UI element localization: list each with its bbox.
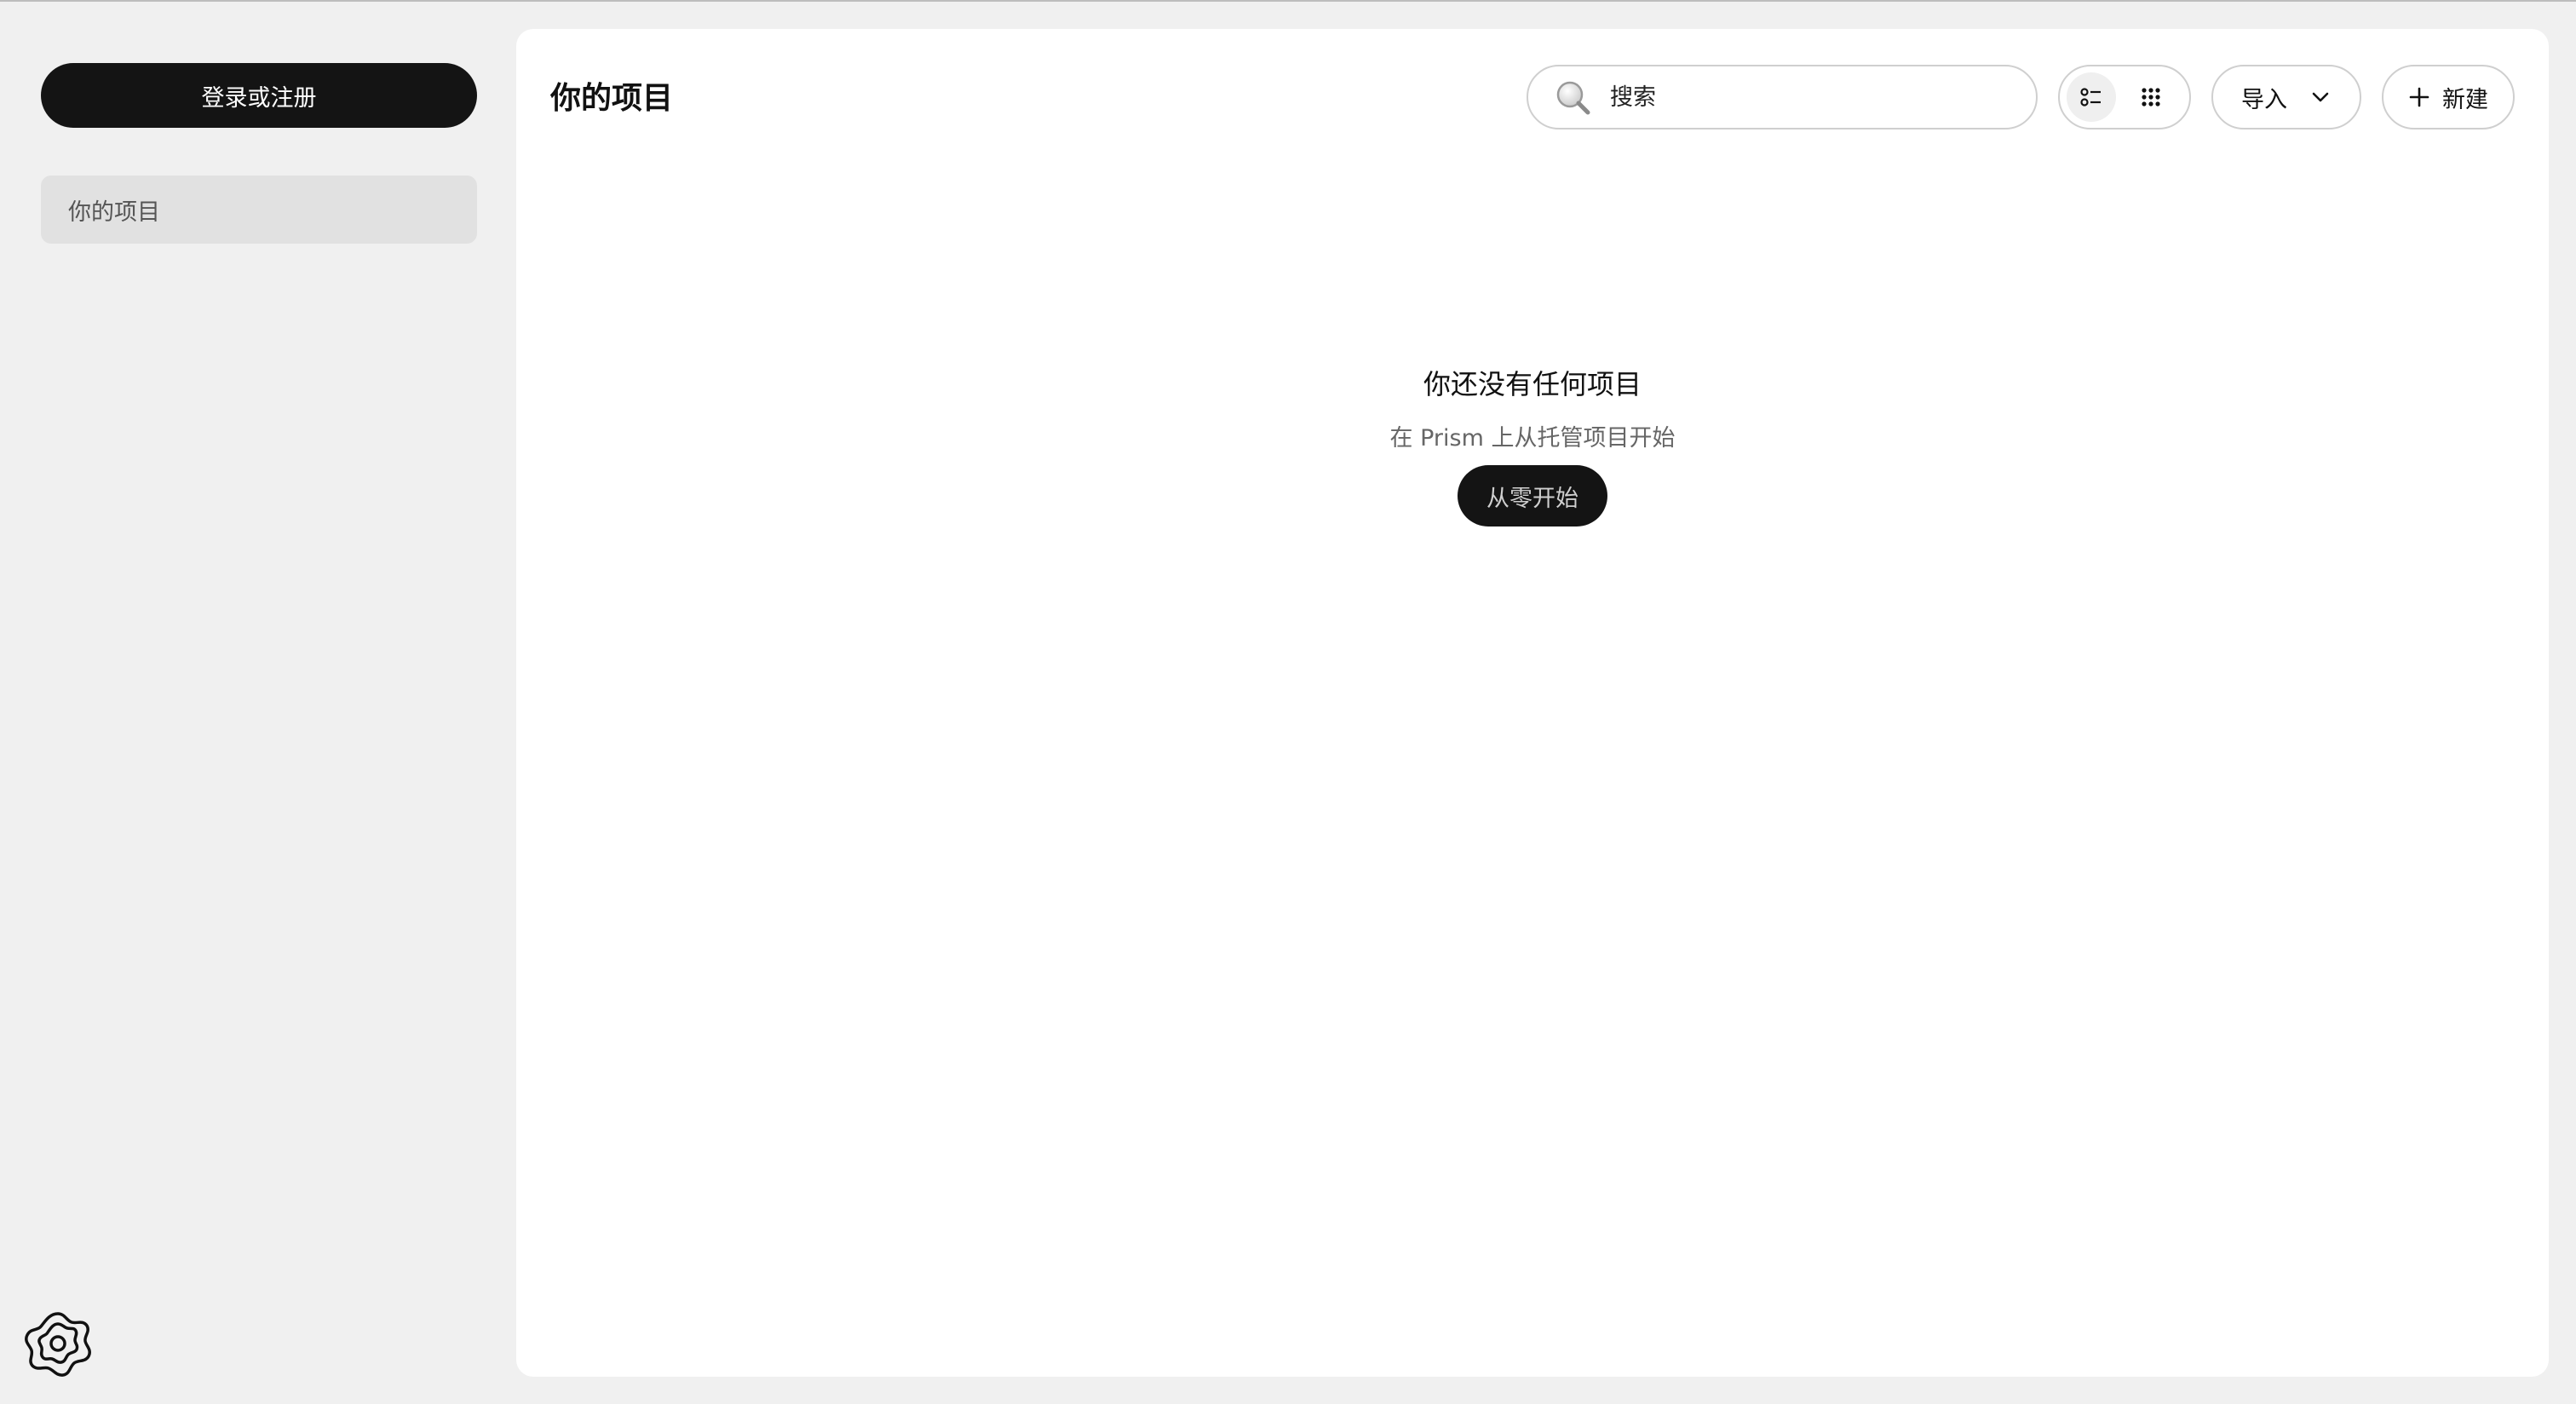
start-from-scratch-label: 从零开始 — [1486, 485, 1578, 512]
sidebar: 登录或注册 你的项目 — [0, 2, 515, 1404]
search-bar[interactable] — [1527, 65, 2038, 129]
chevron-down-icon — [2312, 92, 2329, 102]
settings-flower-icon — [25, 1312, 91, 1377]
list-view-icon — [2080, 88, 2101, 106]
sidebar-item-label: 你的项目 — [68, 199, 160, 226]
list-view-button[interactable] — [2067, 72, 2116, 122]
new-project-button[interactable]: 新建 — [2382, 65, 2515, 129]
settings-button[interactable] — [22, 1309, 94, 1380]
import-label: 导入 — [2241, 86, 2287, 113]
new-label: 新建 — [2442, 86, 2488, 113]
plus-icon — [2409, 87, 2429, 107]
search-input[interactable] — [1608, 83, 2021, 112]
sidebar-item-your-projects[interactable]: 你的项目 — [41, 176, 477, 244]
main-panel: 你的项目 搜索 导入 新建 你还没有任何项目 在 Prism 上从托管项目开始 … — [516, 29, 2549, 1377]
login-register-label: 登录或注册 — [201, 84, 317, 112]
grid-view-icon — [2142, 88, 2160, 106]
page-title: 你的项目 — [550, 81, 674, 116]
view-toggle — [2058, 65, 2191, 129]
start-from-scratch-button[interactable]: 从零开始 — [1458, 465, 1607, 526]
empty-state-subtitle: 在 Prism 上从托管项目开始 — [1389, 425, 1676, 452]
import-dropdown-button[interactable]: 导入 — [2211, 65, 2361, 129]
grid-view-button[interactable] — [2126, 72, 2176, 122]
search-icon — [1556, 81, 1590, 115]
login-register-button[interactable]: 登录或注册 — [41, 63, 477, 128]
empty-state-title: 你还没有任何项目 — [1423, 368, 1642, 400]
